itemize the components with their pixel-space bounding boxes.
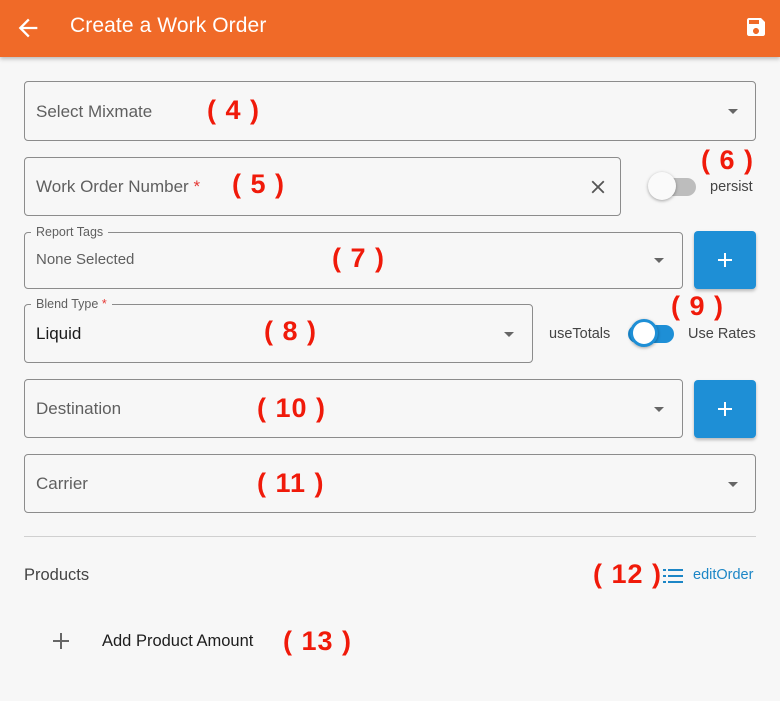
carrier-select[interactable]: Carrier (24, 454, 756, 513)
use-rates-toggle[interactable] (626, 318, 674, 348)
edit-order-link[interactable]: editOrder (693, 567, 753, 583)
carrier-placeholder: Carrier (36, 474, 88, 493)
annotation-4: ( 4 ) (207, 95, 261, 125)
work-order-number-field[interactable]: Work Order Number * (24, 157, 621, 216)
chevron-down-icon (654, 407, 664, 412)
chevron-down-icon (728, 482, 738, 487)
persist-toggle-knob (648, 172, 676, 200)
annotation-5: ( 5 ) (232, 169, 286, 199)
blend-type-label: Blend Type (36, 297, 99, 311)
products-heading: Products (24, 566, 90, 584)
work-order-number-label: Work Order Number (36, 177, 189, 196)
annotation-11: ( 11 ) (257, 468, 325, 498)
use-rates-label: Use Rates (688, 326, 756, 342)
add-destination-button[interactable] (694, 380, 756, 438)
annotation-7: ( 7 ) (332, 243, 386, 273)
close-icon[interactable] (587, 176, 609, 198)
app-bar: Create a Work Order (0, 0, 780, 57)
use-rates-toggle-knob (630, 319, 658, 347)
report-tags-value: None Selected (36, 251, 135, 268)
annotation-10: ( 10 ) (257, 393, 327, 423)
required-mark: * (101, 297, 107, 311)
report-tags-legend: Report Tags (31, 225, 109, 239)
blend-type-value: Liquid (36, 324, 82, 343)
chevron-down-icon (728, 109, 738, 114)
mixmate-select[interactable]: Select Mixmate (24, 81, 756, 141)
annotation-6: ( 6 ) (701, 145, 755, 175)
page-title: Create a Work Order (70, 14, 267, 37)
destination-placeholder: Destination (36, 399, 122, 418)
list-edit-icon[interactable] (662, 565, 684, 587)
required-mark: * (193, 177, 201, 196)
persist-toggle[interactable] (648, 171, 696, 201)
blend-type-legend: Blend Type * (31, 297, 112, 311)
persist-label: persist (710, 179, 753, 195)
plus-icon[interactable] (52, 632, 70, 650)
arrow-left-icon[interactable] (14, 14, 42, 42)
save-icon[interactable] (744, 15, 768, 39)
annotation-13: ( 13 ) (283, 626, 353, 656)
chevron-down-icon (654, 258, 664, 263)
add-report-tag-button[interactable] (694, 231, 756, 289)
section-divider (24, 536, 756, 537)
add-product-amount-button[interactable]: Add Product Amount (102, 632, 253, 651)
annotation-12: ( 12 ) (593, 559, 663, 589)
work-order-number-placeholder: Work Order Number * (36, 177, 200, 197)
mixmate-placeholder: Select Mixmate (36, 102, 153, 121)
chevron-down-icon (504, 332, 514, 337)
destination-select[interactable]: Destination (24, 379, 683, 438)
use-totals-label: useTotals (549, 326, 611, 342)
annotation-8: ( 8 ) (264, 316, 318, 346)
annotation-9: ( 9 ) (671, 291, 725, 321)
